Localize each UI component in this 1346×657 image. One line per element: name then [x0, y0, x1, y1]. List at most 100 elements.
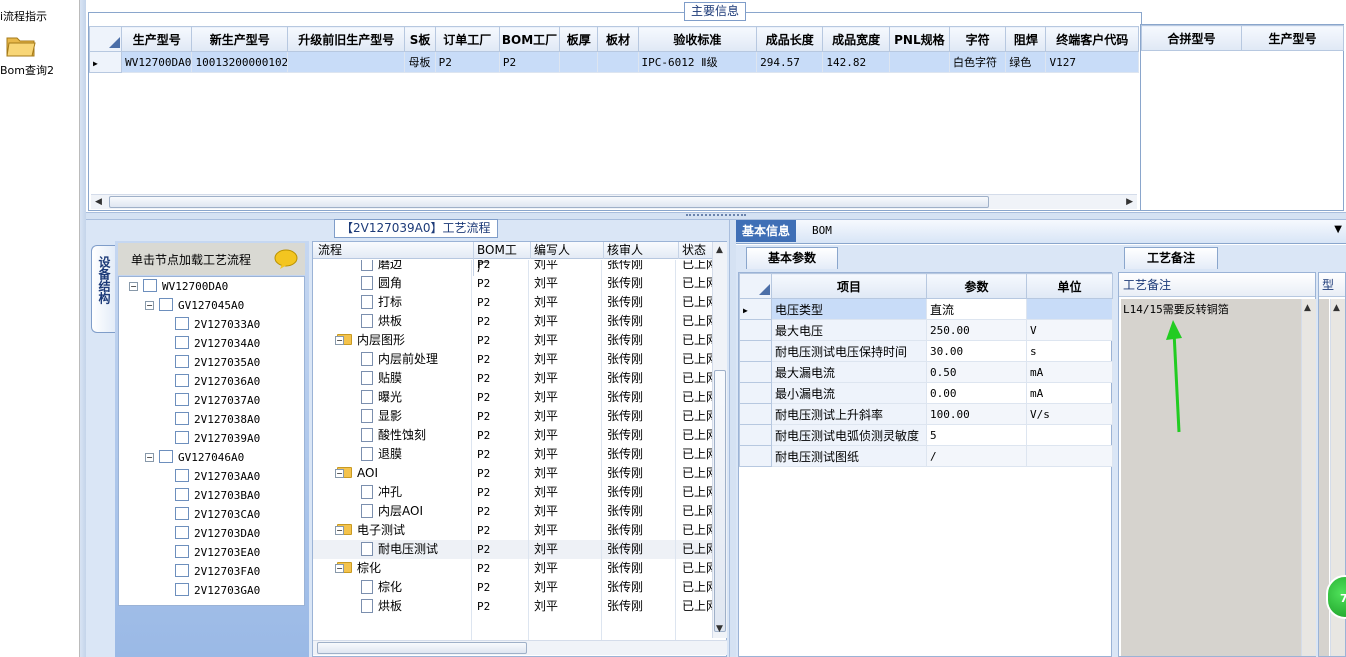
params-cell-2[interactable]: s — [1026, 340, 1113, 362]
flow-row[interactable]: 酸性蚀刻 P2 刘平 张传刚 已上网 — [313, 426, 713, 445]
desktop-item-bom-query-label[interactable]: Bom查询2 — [0, 62, 54, 78]
flow-row[interactable]: AOI − P2 刘平 张传刚 已上网 — [313, 464, 713, 483]
flow-col-3[interactable]: 核审人 — [603, 242, 675, 259]
tree-node[interactable]: 2V127035A0 — [175, 353, 260, 372]
tree-view[interactable]: WV12700DA0− GV127045A0−2V127033A0 2V127034… — [118, 276, 305, 606]
scroll-down-icon[interactable]: ▼ — [716, 624, 723, 634]
flow-row[interactable]: 磨边 P2 刘平 张传刚 已上网 — [313, 260, 713, 274]
table-row[interactable]: ▶ WV12700DA0 10013200000102 母板 P2 P2 IPC-6012… — [88, 51, 1139, 73]
params-cell-2[interactable]: V/s — [1026, 403, 1113, 425]
flow-row[interactable]: 冲孔 P2 刘平 张传刚 已上网 — [313, 483, 713, 502]
flow-row[interactable]: 退膜 P2 刘平 张传刚 已上网 — [313, 445, 713, 464]
main-col-14[interactable]: 终端客户代码 — [1045, 26, 1139, 52]
params-row[interactable]: 耐电压测试上升斜率 100.00 V/s — [739, 403, 1113, 425]
collapse-icon[interactable]: − — [335, 336, 344, 345]
params-col-1[interactable]: 参数 — [926, 273, 1027, 299]
params-cell-2[interactable] — [1026, 298, 1113, 320]
main-cell-12[interactable]: 白色字符 — [949, 51, 1007, 73]
tree-node[interactable]: 2V12703FA0 — [175, 562, 260, 581]
params-row[interactable]: 耐电压测试电压保持时间 30.00 s — [739, 340, 1113, 362]
tab-basic-info[interactable]: 基本信息 — [736, 220, 797, 242]
main-col-0[interactable]: 生产型号 — [121, 26, 193, 52]
main-cell-9[interactable]: 294.57 — [756, 51, 824, 73]
main-cell-14[interactable]: V127 — [1045, 51, 1139, 73]
flow-vscrollbar[interactable]: ▲ ▼ — [712, 242, 727, 638]
scroll-right-icon[interactable]: ▶ — [1126, 197, 1133, 207]
scroll-left-icon[interactable]: ◀ — [95, 197, 102, 207]
flow-row[interactable]: 圆角 P2 刘平 张传刚 已上网 — [313, 274, 713, 293]
params-corner-cell[interactable] — [739, 273, 772, 299]
main-col-12[interactable]: 字符 — [949, 26, 1007, 52]
collapse-icon[interactable]: − — [145, 301, 154, 310]
flow-row[interactable]: 烘板 P2 刘平 张传刚 已上网 — [313, 312, 713, 331]
row-indicator[interactable] — [739, 361, 772, 383]
tab-process-notes[interactable]: 工艺备注 — [1124, 247, 1218, 269]
flow-col-2[interactable]: 编写人 — [530, 242, 602, 259]
params-cell-0[interactable]: 最大电压 — [771, 319, 927, 341]
tree-node[interactable]: 2V12703EA0 — [175, 543, 260, 562]
tree-node[interactable]: 2V127039A0 — [175, 429, 260, 448]
params-cell-2[interactable] — [1026, 445, 1113, 467]
flow-row[interactable]: 内层图形 − P2 刘平 张传刚 已上网 — [313, 331, 713, 350]
params-cell-1[interactable]: 100.00 — [926, 403, 1027, 425]
main-cell-5[interactable]: P2 — [498, 51, 561, 73]
params-cell-1[interactable]: 250.00 — [926, 319, 1027, 341]
main-col-9[interactable]: 成品长度 — [756, 26, 824, 52]
tree-node[interactable]: 2V127033A0 — [175, 315, 260, 334]
flow-row[interactable]: 内层AOI P2 刘平 张传刚 已上网 — [313, 502, 713, 521]
merge-col-production-model[interactable]: 生产型号 — [1241, 25, 1344, 51]
main-col-11[interactable]: PNL规格 — [888, 26, 951, 52]
params-cell-0[interactable]: 最大漏电流 — [771, 361, 927, 383]
params-row[interactable]: 最大漏电流 0.50 mA — [739, 361, 1113, 383]
main-cell-6[interactable] — [559, 51, 599, 73]
tab-device-structure[interactable]: 设备结构 — [91, 245, 115, 333]
collapse-icon[interactable]: − — [145, 453, 154, 462]
flow-row[interactable]: 曝光 P2 刘平 张传刚 已上网 — [313, 388, 713, 407]
dropdown-arrow-icon[interactable]: ▼ — [1334, 224, 1342, 235]
main-col-8[interactable]: 验收标准 — [637, 26, 758, 52]
main-col-7[interactable]: 板材 — [597, 26, 639, 52]
row-indicator[interactable] — [739, 403, 772, 425]
params-cell-2[interactable]: mA — [1026, 382, 1113, 404]
main-col-13[interactable]: 阻焊 — [1005, 26, 1047, 52]
hscroll-thumb[interactable] — [109, 196, 989, 208]
flow-row[interactable]: 电子测试 − P2 刘平 张传刚 已上网 — [313, 521, 713, 540]
row-indicator[interactable] — [739, 424, 772, 446]
params-cell-0[interactable]: 耐电压测试上升斜率 — [771, 403, 927, 425]
params-row[interactable]: 耐电压测试图纸 / — [739, 445, 1113, 467]
params-cell-1[interactable]: 直流 — [926, 298, 1027, 320]
merge-col-merged-model[interactable]: 合拼型号 — [1141, 25, 1242, 51]
row-indicator[interactable] — [739, 445, 772, 467]
tree-node[interactable]: 2V12703CA0 — [175, 505, 260, 524]
row-indicator[interactable] — [739, 319, 772, 341]
main-cell-10[interactable]: 142.82 — [822, 51, 890, 73]
params-cell-1[interactable]: / — [926, 445, 1027, 467]
corner-cell[interactable] — [88, 26, 123, 52]
main-cell-1[interactable]: 10013200000102 — [191, 51, 288, 73]
collapse-icon[interactable]: − — [129, 282, 138, 291]
flow-hscroll-thumb[interactable] — [317, 642, 527, 654]
collapse-icon[interactable]: − — [335, 526, 344, 535]
main-cell-4[interactable]: P2 — [434, 51, 500, 73]
flow-row[interactable]: 烘板 P2 刘平 张传刚 已上网 — [313, 597, 713, 616]
params-cell-0[interactable]: 最小漏电流 — [771, 382, 927, 404]
tree-node[interactable]: 2V12703DA0 — [175, 524, 260, 543]
folder-icon[interactable] — [6, 33, 36, 57]
tree-node[interactable]: 2V127034A0 — [175, 334, 260, 353]
main-col-4[interactable]: 订单工厂 — [434, 26, 500, 52]
tab-basic-params[interactable]: 基本参数 — [746, 247, 838, 269]
vertical-splitter[interactable] — [729, 220, 736, 657]
tree-node[interactable]: 2V127038A0 — [175, 410, 260, 429]
notes-text-area[interactable]: L14/15需要反转铜箔 — [1121, 299, 1301, 656]
notes-vscrollbar[interactable]: ▲ — [1301, 299, 1316, 656]
main-cell-11[interactable] — [888, 51, 951, 73]
flow-row[interactable]: 显影 P2 刘平 张传刚 已上网 — [313, 407, 713, 426]
params-cell-1[interactable]: 30.00 — [926, 340, 1027, 362]
tree-node[interactable]: 2V12703AA0 — [175, 467, 260, 486]
tree-node[interactable]: 2V12703GA0 — [175, 581, 260, 600]
horizontal-splitter[interactable] — [86, 212, 1346, 220]
tree-node[interactable]: 2V127037A0 — [175, 391, 260, 410]
tree-node[interactable]: GV127046A0 — [159, 448, 244, 467]
flow-row[interactable]: 贴膜 P2 刘平 张传刚 已上网 — [313, 369, 713, 388]
params-cell-2[interactable] — [1026, 424, 1113, 446]
